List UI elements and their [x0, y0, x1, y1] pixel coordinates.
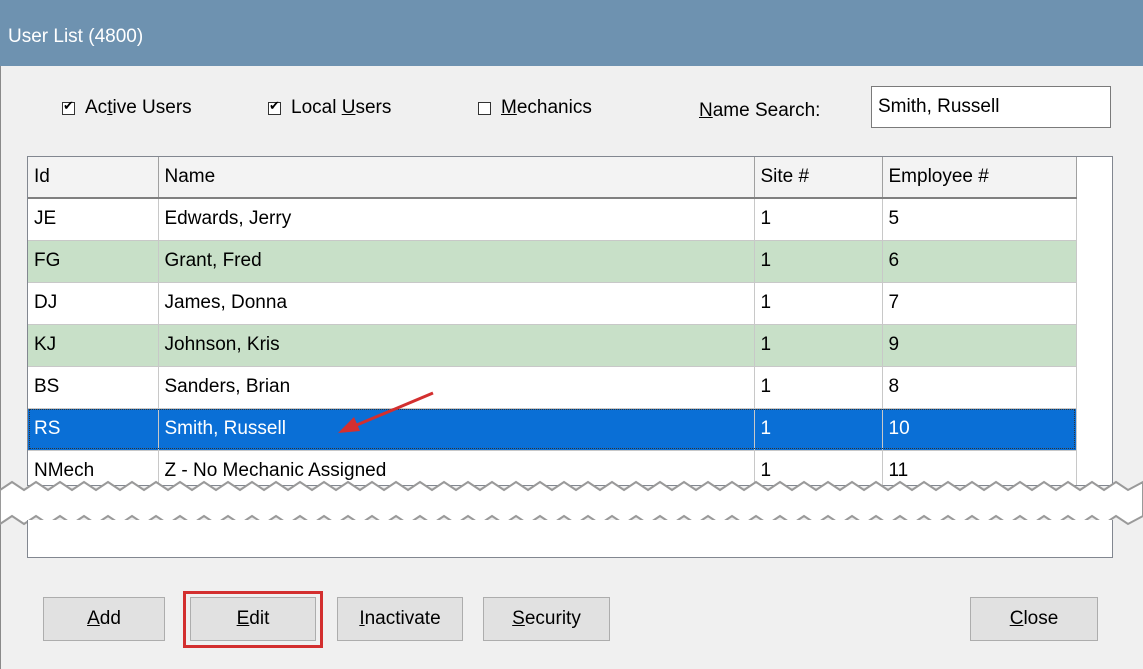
cell-site: 1 [754, 282, 883, 325]
add-button[interactable]: Add [43, 597, 165, 641]
mechanics-checkbox[interactable]: Mechanics [478, 97, 592, 119]
user-table: Id Name Site # Employee # JE Edwards, Je… [28, 157, 1077, 485]
cell-name: Smith, Russell [158, 408, 755, 451]
cell-name: James, Donna [158, 282, 755, 325]
table-row[interactable]: FG Grant, Fred 1 6 [28, 240, 1077, 283]
inactivate-button[interactable]: Inactivate [337, 597, 463, 641]
cell-id: KJ [28, 324, 159, 367]
user-grid[interactable]: Id Name Site # Employee # JE Edwards, Je… [27, 156, 1113, 486]
local-users-checkbox[interactable]: Local Users [268, 97, 391, 119]
column-header-employee[interactable]: Employee # [882, 157, 1077, 199]
mechanics-check-icon[interactable] [478, 101, 491, 115]
cell-id: RS [28, 408, 159, 451]
table-row[interactable]: BS Sanders, Brian 1 8 [28, 366, 1077, 409]
cell-employee: 7 [882, 282, 1077, 325]
edit-button-highlight [183, 591, 323, 648]
window-title: User List (4800) [8, 26, 144, 47]
annotation-arrow-icon [338, 391, 434, 433]
active-users-check-icon[interactable] [62, 99, 75, 115]
mechanics-label: Mechanics [501, 97, 592, 118]
title-bar[interactable]: User List (4800) [0, 0, 1143, 66]
name-search-input[interactable] [871, 86, 1111, 128]
cell-site: 1 [754, 198, 883, 241]
grid-continuation [27, 520, 1113, 558]
table-row[interactable]: DJ James, Donna 1 7 [28, 282, 1077, 325]
column-header-id[interactable]: Id [28, 157, 159, 199]
user-list-window: User List (4800) Active Users Local User… [0, 0, 1143, 669]
cell-id: DJ [28, 282, 159, 325]
security-button[interactable]: Security [483, 597, 610, 641]
cell-employee: 5 [882, 198, 1077, 241]
name-search-label: Name Search: [699, 100, 821, 121]
active-users-label: Active Users [85, 97, 192, 118]
cell-id: JE [28, 198, 159, 241]
table-row[interactable]: KJ Johnson, Kris 1 9 [28, 324, 1077, 367]
cell-name: Sanders, Brian [158, 366, 755, 409]
cell-employee: 6 [882, 240, 1077, 283]
cell-employee: 8 [882, 366, 1077, 409]
cell-site: 1 [754, 324, 883, 367]
window-frame-left [0, 66, 1, 669]
cell-id: BS [28, 366, 159, 409]
cell-id: FG [28, 240, 159, 283]
local-users-check-icon[interactable] [268, 99, 281, 115]
column-header-site[interactable]: Site # [754, 157, 883, 199]
cell-site: 1 [754, 240, 883, 283]
column-header-name[interactable]: Name [158, 157, 755, 199]
cell-employee: 9 [882, 324, 1077, 367]
table-row-selected[interactable]: RS Smith, Russell 1 10 [28, 408, 1077, 451]
local-users-label: Local Users [291, 97, 392, 118]
close-button[interactable]: Close [970, 597, 1098, 641]
cell-site: 1 [754, 366, 883, 409]
table-header-row: Id Name Site # Employee # [28, 157, 1077, 199]
cell-site: 1 [754, 408, 883, 451]
table-row[interactable]: JE Edwards, Jerry 1 5 [28, 198, 1077, 241]
cell-name: Edwards, Jerry [158, 198, 755, 241]
cell-name: Johnson, Kris [158, 324, 755, 367]
cell-name: Grant, Fred [158, 240, 755, 283]
cell-employee: 10 [882, 408, 1077, 451]
active-users-checkbox[interactable]: Active Users [62, 97, 192, 119]
